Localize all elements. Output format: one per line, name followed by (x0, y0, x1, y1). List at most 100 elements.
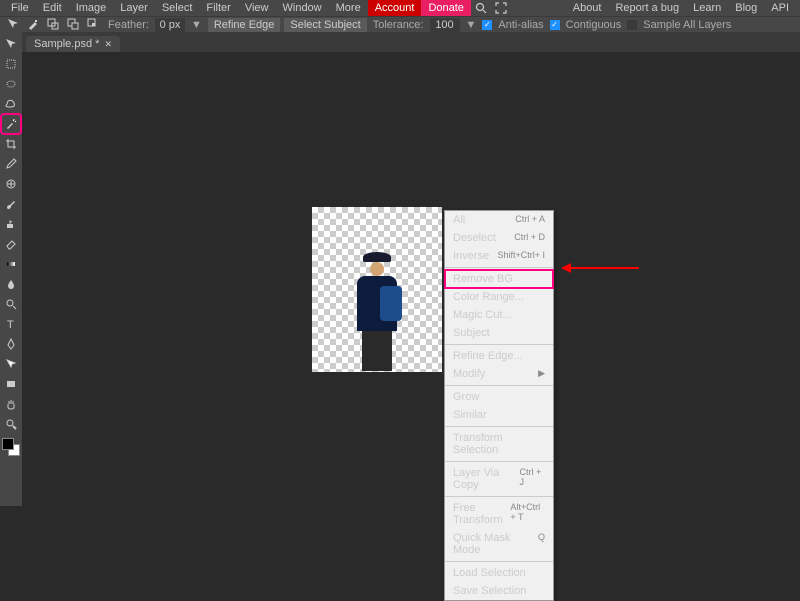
refine-edge-button[interactable]: Refine Edge (208, 18, 281, 32)
sample-all-checkbox[interactable] (627, 20, 637, 30)
crop-tool[interactable] (2, 135, 20, 153)
workspace: Sample.psd * ✕ AllCtrl + A Deselect Ctrl +… (22, 32, 800, 506)
zoom-tool[interactable] (2, 415, 20, 433)
path-select-tool[interactable] (2, 355, 20, 373)
ctx-remove-bg[interactable]: Remove BG (445, 270, 553, 288)
feather-label: Feather: (104, 19, 153, 31)
ctx-item-label: Save Selection (453, 585, 526, 597)
lasso-tool[interactable] (2, 95, 20, 113)
menu-api[interactable]: API (764, 0, 796, 16)
ctx-refine-edge-[interactable]: Refine Edge... (445, 347, 553, 365)
ctx-quick-mask-mode[interactable]: Quick Mask ModeQ (445, 529, 553, 559)
pen-tool[interactable] (2, 335, 20, 353)
menu-file[interactable]: File (4, 0, 36, 16)
menu-more[interactable]: More (329, 0, 368, 16)
menu-image[interactable]: Image (69, 0, 114, 16)
ctx-item-label: Load Selection (453, 567, 526, 579)
ctx-magic-cut-[interactable]: Magic Cut... (445, 306, 553, 324)
sel-sub-icon[interactable] (67, 18, 81, 32)
menu-filter[interactable]: Filter (199, 0, 237, 16)
hand-tool[interactable] (2, 395, 20, 413)
contiguous-label: Contiguous (562, 19, 626, 31)
ctx-layer-via-copy[interactable]: Layer Via CopyCtrl + J (445, 464, 553, 494)
menu-report-a-bug[interactable]: Report a bug (608, 0, 686, 16)
rect-select-tool[interactable] (2, 55, 20, 73)
contiguous-checkbox[interactable] (550, 20, 560, 30)
dropdown-icon[interactable]: ▼ (462, 19, 481, 31)
menu-separator (445, 385, 553, 386)
close-icon[interactable]: ✕ (104, 39, 112, 50)
ctx-similar: Similar (445, 406, 553, 424)
fullscreen-icon[interactable] (493, 0, 509, 16)
ctx-deselect: Deselect Ctrl + D (445, 229, 553, 247)
color-swatches[interactable] (2, 438, 20, 456)
ctx-item-label: Modify (453, 368, 485, 380)
tab-title: Sample.psd * (34, 38, 99, 50)
menu-about[interactable]: About (566, 0, 609, 16)
search-icon[interactable] (473, 0, 489, 16)
healing-tool[interactable] (2, 175, 20, 193)
menu-edit[interactable]: Edit (36, 0, 69, 16)
select-subject-button[interactable]: Select Subject (284, 18, 366, 32)
svg-text:T: T (7, 319, 14, 330)
menu-select[interactable]: Select (155, 0, 200, 16)
ctx-free-transform[interactable]: Free TransformAlt+Ctrl + T (445, 499, 553, 529)
menu-window[interactable]: Window (276, 0, 329, 16)
dodge-tool[interactable] (2, 295, 20, 313)
feather-field[interactable]: 0 px (155, 18, 185, 32)
ellipse-select-tool[interactable] (2, 75, 20, 93)
ctx-item-label: Similar (453, 409, 487, 421)
ctx-inverse: InverseShift+Ctrl+ I (445, 247, 553, 265)
eraser-tool[interactable] (2, 235, 20, 253)
ctx-item-label: Transform Selection (453, 432, 545, 456)
sample-all-label: Sample All Layers (639, 19, 735, 31)
menu-separator (445, 426, 553, 427)
menu-layer[interactable]: Layer (113, 0, 155, 16)
menu-blog[interactable]: Blog (728, 0, 764, 16)
ctx-item-label: All (453, 214, 465, 226)
dropdown-icon[interactable]: ▼ (187, 19, 206, 31)
shortcut-label: Ctrl + D (514, 232, 545, 244)
menu-learn[interactable]: Learn (686, 0, 728, 16)
clone-tool[interactable] (2, 215, 20, 233)
ctx-item-label: Inverse (453, 250, 489, 262)
shortcut-label: Q (538, 532, 545, 556)
magic-wand-tool[interactable] (2, 115, 20, 133)
ctx-item-label: Grow (453, 391, 479, 403)
document-tab[interactable]: Sample.psd * ✕ (26, 36, 120, 52)
ctx-subject[interactable]: Subject (445, 324, 553, 342)
ctx-load-selection[interactable]: Load Selection (445, 564, 553, 582)
tolerance-field[interactable]: 100 (430, 18, 460, 32)
ctx-item-label: Deselect (453, 232, 496, 244)
anti-alias-checkbox[interactable] (482, 20, 492, 30)
menu-separator (445, 561, 553, 562)
submenu-icon: ▶ (538, 368, 545, 380)
ctx-item-label: Magic Cut... (453, 309, 512, 321)
ctx-all[interactable]: AllCtrl + A (445, 211, 553, 229)
sel-int-icon[interactable] (87, 18, 101, 32)
move-icon[interactable] (7, 18, 21, 32)
tolerance-label: Tolerance: (369, 19, 428, 31)
eyedropper-tool[interactable] (2, 155, 20, 173)
gradient-tool[interactable] (2, 255, 20, 273)
blur-tool[interactable] (2, 275, 20, 293)
menu-separator (445, 267, 553, 268)
ctx-item-label: Layer Via Copy (453, 467, 520, 491)
menu-donate[interactable]: Donate (421, 0, 470, 16)
menu-view[interactable]: View (238, 0, 276, 16)
brush-tool[interactable] (2, 195, 20, 213)
menu-separator (445, 344, 553, 345)
ctx-item-label: Subject (453, 327, 490, 339)
ctx-item-label: Refine Edge... (453, 350, 523, 362)
wand-option-icon[interactable] (27, 18, 41, 32)
menu-account[interactable]: Account (368, 0, 422, 16)
context-menu: AllCtrl + A Deselect Ctrl + D InverseShift+… (444, 210, 554, 601)
canvas[interactable] (312, 207, 442, 372)
type-tool[interactable]: T (2, 315, 20, 333)
ctx-modify[interactable]: Modify ▶ (445, 365, 553, 383)
ctx-save-selection: Save Selection (445, 582, 553, 600)
ctx-color-range-[interactable]: Color Range... (445, 288, 553, 306)
move-tool[interactable] (2, 35, 20, 53)
sel-add-icon[interactable] (47, 18, 61, 32)
rectangle-tool[interactable] (2, 375, 20, 393)
